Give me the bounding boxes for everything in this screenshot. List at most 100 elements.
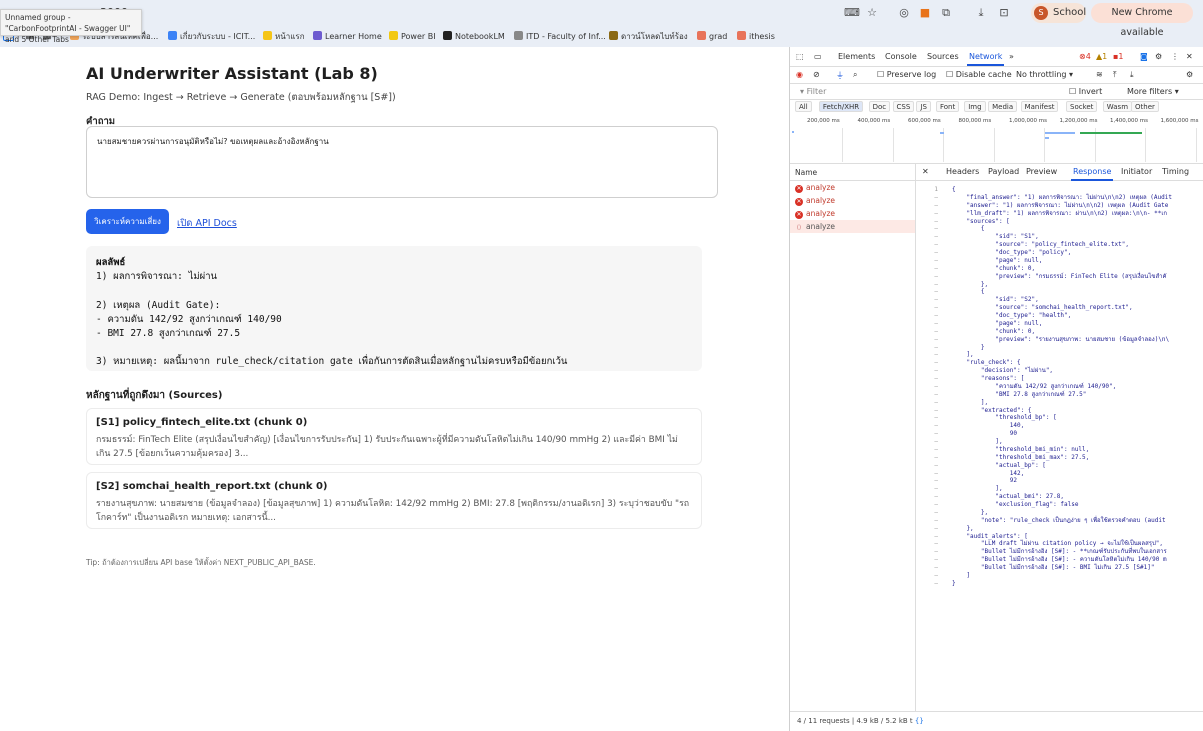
request-name: analyze [806, 222, 836, 231]
bookmark-favicon-icon [737, 31, 746, 40]
translate-icon[interactable]: ⌨ [844, 5, 860, 21]
tab-elements[interactable]: Elements [838, 52, 875, 61]
bookmark-item[interactable]: ดาวน์โหลดไบท์ร้อง [609, 30, 688, 44]
request-row[interactable]: ✕ analyze [790, 207, 915, 220]
response-viewer[interactable]: 1 – – – – – – – – – – – – – – – – – – – … [916, 181, 1203, 711]
error-count-badge[interactable]: ⊗4 [1079, 52, 1091, 61]
settings-gear-icon[interactable]: ⚙ [1155, 52, 1162, 61]
download-har-icon[interactable]: ⤓ [1130, 70, 1134, 80]
network-toolbar: ◉ ⊘ ⏚ ⌕ ☐ Preserve log ☐ Disable cache N… [790, 67, 1203, 84]
detail-tab-initiator[interactable]: Initiator [1121, 167, 1152, 176]
name-column-header[interactable]: Name [790, 164, 915, 181]
request-row[interactable]: ✕ analyze [790, 194, 915, 207]
type-chip-doc[interactable]: Doc [868, 101, 891, 112]
source-preview: รายงานสุขภาพ: นายสมชาย (ข้อมูลจำลอง) [ข้… [96, 499, 690, 523]
toolbar: 3000 ⌨ ☆ ◎ ■ ⧉ ⤓ ⊡ S School New Chrome a… [0, 0, 1203, 38]
type-chip-all[interactable]: All [795, 101, 812, 112]
device-toggle-icon[interactable]: ▭ [814, 52, 822, 61]
filter-funnel-icon[interactable]: ⏚ [836, 70, 844, 81]
type-chip-manifest[interactable]: Manifest [1020, 101, 1059, 112]
sources-title: หลักฐานที่ถูกดึงมา (Sources) [86, 390, 223, 401]
detail-tab-preview[interactable]: Preview [1026, 167, 1057, 176]
page-title: AI Underwriter Assistant (Lab 8) [86, 64, 378, 83]
bookmark-item[interactable]: หน้าแรก [263, 30, 305, 44]
error-icon: ✕ [795, 211, 803, 219]
type-chip-font[interactable]: Font [936, 101, 960, 112]
type-chip-other[interactable]: Other [1131, 101, 1159, 112]
bookmark-label: Power BI [401, 32, 436, 41]
search-icon[interactable]: ⌕ [853, 70, 857, 80]
question-input[interactable]: นายสมชายควรผ่านการอนุมัติหรือไม่? ขอเหตุ… [86, 126, 718, 198]
network-timeline[interactable]: 200,000 ms 400,000 ms 600,000 ms 800,000 ms… [790, 114, 1203, 164]
upload-icon[interactable]: ⤒ [1113, 70, 1117, 80]
source-title: [S2] somchai_health_report.txt (chunk 0) [96, 481, 328, 492]
type-chip-css[interactable]: CSS [892, 101, 915, 112]
filter-row: ▾ Filter ☐ Invert More filters ▾ [790, 84, 1203, 100]
network-settings-icon[interactable]: ⚙ [1186, 70, 1193, 79]
invert-checkbox[interactable]: ☐ Invert [1069, 87, 1102, 96]
kebab-menu-icon[interactable]: ⋮ [1171, 52, 1179, 61]
type-chip-media[interactable]: Media [988, 101, 1018, 112]
more-filters-button[interactable]: More filters ▾ [1127, 87, 1179, 96]
bookmark-item[interactable]: ITD - Faculty of Inf... [514, 30, 606, 44]
request-name: analyze [806, 183, 836, 192]
request-row[interactable]: ⟨⟩ analyze [790, 220, 915, 233]
timeline-gridline [892, 128, 894, 162]
timeline-gridline [993, 128, 995, 162]
address-bar[interactable]: 3000 [80, 3, 880, 23]
tab-console[interactable]: Console [885, 52, 917, 61]
tab-group-tooltip: Unnamed group - "CarbonFootprintAI - Swa… [0, 9, 142, 44]
code-braces-icon[interactable]: {} [915, 717, 924, 725]
warning-count-badge[interactable]: ▲1 [1096, 52, 1107, 61]
api-docs-link[interactable]: เปิด API Docs [177, 216, 237, 231]
detail-tab-response[interactable]: Response [1070, 167, 1114, 181]
type-chip-img[interactable]: Img [964, 101, 986, 112]
request-name: analyze [806, 209, 836, 218]
issue-count-badge[interactable]: ▪1 [1113, 52, 1124, 61]
tab-sources[interactable]: Sources [927, 52, 959, 61]
bookmark-item[interactable]: เกี่ยวกับระบบ - ICIT... [168, 30, 255, 44]
screenshot-icon[interactable]: ⊡ [996, 5, 1012, 21]
timeline-tick: 800,000 ms [958, 118, 992, 124]
disable-cache-checkbox[interactable]: ☐ Disable cache [946, 70, 1012, 79]
inspect-icon[interactable]: ⬚ [796, 52, 804, 61]
bookmark-star-icon[interactable]: ☆ [864, 5, 880, 21]
detail-tab-headers[interactable]: Headers [946, 167, 979, 176]
result-heading: ผลลัพธ์ [96, 257, 126, 268]
close-detail-icon[interactable]: ✕ [922, 167, 929, 176]
filter-input[interactable]: ▾ Filter [800, 87, 826, 96]
page-subtitle: RAG Demo: Ingest → Retrieve → Generate (… [86, 92, 396, 103]
record-icon[interactable]: ◉ [796, 70, 803, 79]
request-row[interactable]: ✕ analyze [790, 181, 915, 194]
type-chip-wasm[interactable]: Wasm [1102, 101, 1133, 112]
clear-icon[interactable]: ⊘ [813, 70, 820, 79]
bookmark-item[interactable]: Learner Home [313, 30, 382, 44]
update-chrome-button[interactable]: New Chrome available [1091, 3, 1193, 38]
wifi-icon[interactable]: ≋ [1096, 70, 1103, 79]
extensions-puzzle-icon[interactable]: ⧉ [938, 5, 954, 21]
timeline-bar [1045, 137, 1049, 139]
bookmark-item[interactable]: grad [697, 30, 727, 44]
profile-chip[interactable]: S School [1031, 3, 1086, 23]
preserve-log-checkbox[interactable]: ☐ Preserve log [877, 70, 936, 79]
more-tabs-button[interactable]: » [1009, 52, 1014, 61]
ai-assist-icon[interactable]: ◙ [1140, 52, 1148, 61]
extension-icon[interactable]: ■ [917, 5, 933, 21]
bookmark-item[interactable]: ithesis [737, 30, 775, 44]
close-icon[interactable]: ✕ [1186, 52, 1193, 61]
type-chip-js[interactable]: JS [916, 101, 931, 112]
error-icon: ✕ [795, 185, 803, 193]
detail-tab-payload[interactable]: Payload [988, 167, 1019, 176]
analyze-button[interactable]: วิเคราะห์ความเสี่ยง [86, 209, 169, 234]
tab-network[interactable]: Network [966, 52, 1005, 66]
type-chip-fetchxhr[interactable]: Fetch/XHR [818, 101, 864, 112]
download-icon[interactable]: ⤓ [973, 5, 989, 21]
request-list: Name ✕ analyze ✕ analyze ✕ analyze ⟨⟩ analyze [790, 164, 916, 711]
bookmark-item[interactable]: NotebookLM [443, 30, 505, 44]
camera-icon[interactable]: ◎ [896, 5, 912, 21]
detail-tab-timing[interactable]: Timing [1162, 167, 1189, 176]
detail-tabs: ✕ Headers Payload Preview Response Initiator… [916, 164, 1203, 181]
bookmark-item[interactable]: Power BI [389, 30, 436, 44]
throttle-select[interactable]: No throttling ▾ [1016, 70, 1073, 79]
type-chip-socket[interactable]: Socket [1066, 101, 1098, 112]
